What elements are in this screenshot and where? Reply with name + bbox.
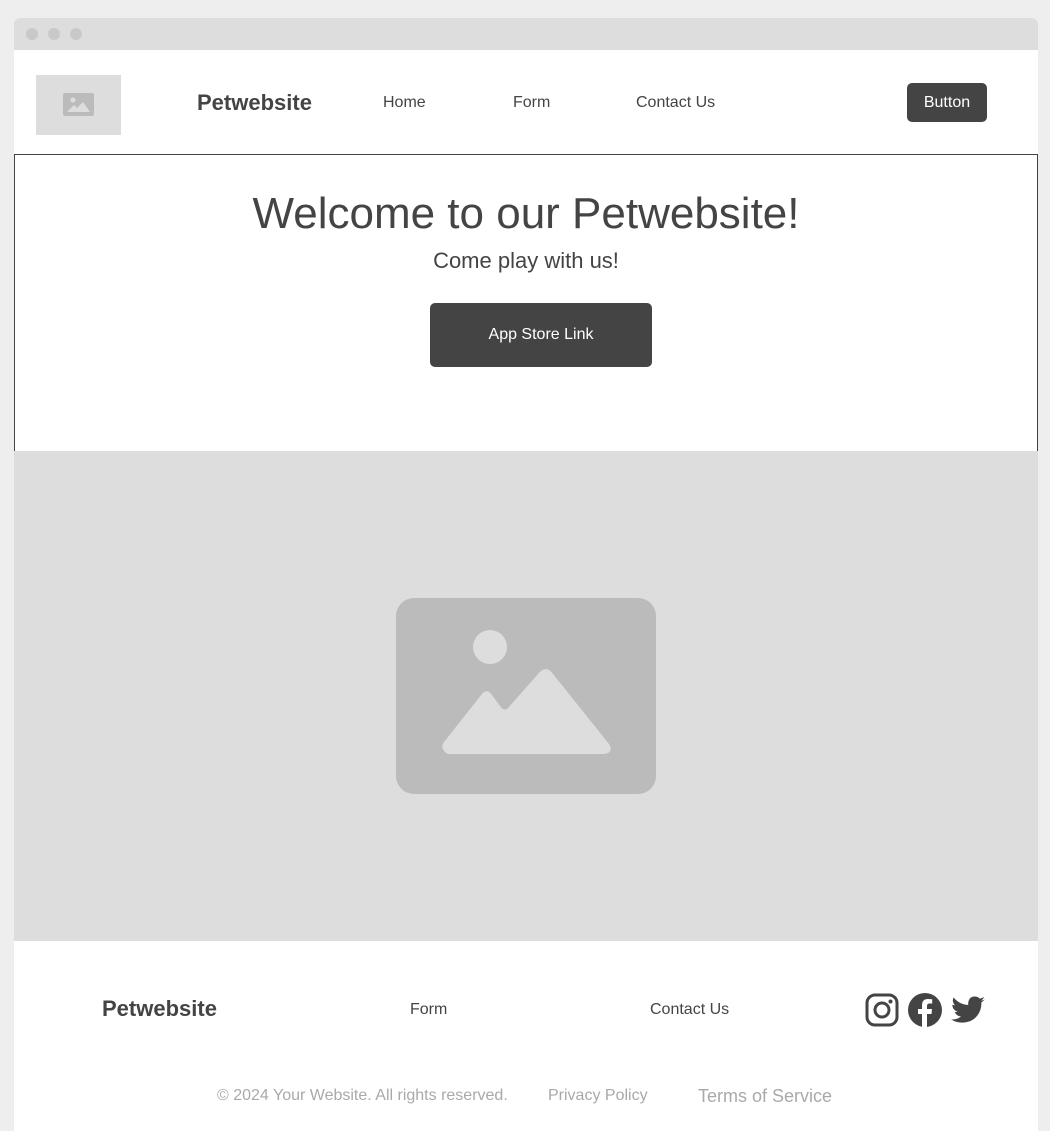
hero-image-placeholder bbox=[14, 451, 1038, 941]
navbar: Petwebsite Home Form Contact Us Button bbox=[14, 50, 1038, 154]
app-store-button[interactable]: App Store Link bbox=[430, 303, 652, 367]
copyright-text: © 2024 Your Website. All rights reserved… bbox=[217, 1087, 508, 1104]
window-titlebar bbox=[14, 18, 1038, 50]
nav-contact-link[interactable]: Contact Us bbox=[636, 94, 715, 112]
footer: Petwebsite Form Contact Us © 2024 Your W… bbox=[14, 941, 1038, 1131]
window-close-dot[interactable] bbox=[26, 28, 38, 40]
terms-of-service-link[interactable]: Terms of Service bbox=[698, 1086, 832, 1107]
footer-form-link[interactable]: Form bbox=[410, 1001, 447, 1019]
facebook-icon[interactable] bbox=[907, 992, 943, 1028]
privacy-policy-link[interactable]: Privacy Policy bbox=[548, 1087, 648, 1105]
nav-form-link[interactable]: Form bbox=[513, 94, 550, 112]
hero-title: Welcome to our Petwebsite! bbox=[252, 189, 800, 238]
brand-name[interactable]: Petwebsite bbox=[197, 90, 312, 116]
image-placeholder-icon bbox=[63, 93, 94, 116]
browser-window: Petwebsite Home Form Contact Us Button W… bbox=[14, 18, 1038, 1131]
window-maximize-dot[interactable] bbox=[70, 28, 82, 40]
hero-subtitle: Come play with us! bbox=[433, 248, 619, 273]
footer-brand[interactable]: Petwebsite bbox=[102, 996, 217, 1022]
instagram-icon[interactable] bbox=[864, 992, 900, 1028]
hero-section: Welcome to our Petwebsite! Come play wit… bbox=[14, 154, 1038, 452]
image-placeholder-icon bbox=[396, 598, 656, 794]
header-button[interactable]: Button bbox=[907, 83, 987, 122]
logo-placeholder[interactable] bbox=[36, 75, 121, 135]
nav-home-link[interactable]: Home bbox=[383, 94, 426, 112]
twitter-icon[interactable] bbox=[950, 992, 986, 1028]
window-minimize-dot[interactable] bbox=[48, 28, 60, 40]
footer-contact-link[interactable]: Contact Us bbox=[650, 1001, 729, 1019]
